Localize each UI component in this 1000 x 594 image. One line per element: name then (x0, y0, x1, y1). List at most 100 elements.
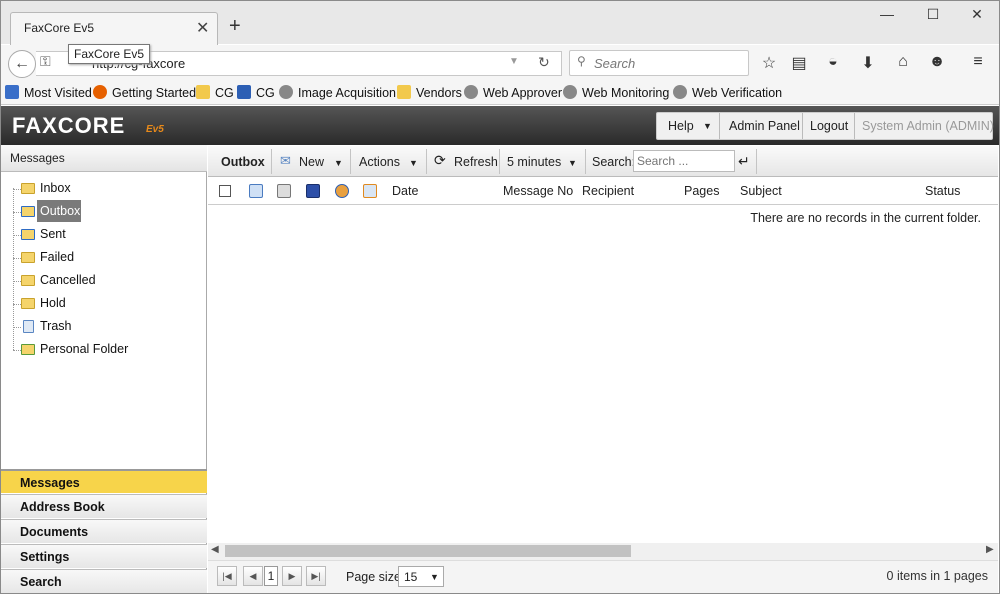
folder-cancelled[interactable]: Cancelled (40, 273, 96, 287)
nav-settings[interactable]: Settings (1, 544, 207, 568)
outbox-folder-icon (21, 206, 35, 217)
folder-sent[interactable]: Sent (40, 227, 66, 241)
logout-button[interactable]: Logout (810, 119, 848, 133)
refresh-icon[interactable]: ⟳ (434, 152, 446, 169)
divider (499, 149, 500, 174)
bookmark-cg-folder[interactable]: CG (196, 85, 234, 100)
column-subject[interactable]: Subject (740, 184, 782, 198)
scroll-right-icon[interactable]: ▶ (986, 544, 994, 555)
last-page-icon[interactable]: ▶| (306, 566, 326, 586)
globe-icon (279, 85, 293, 99)
tab-tooltip: FaxCore Ev5 (68, 44, 151, 64)
refresh-interval-select[interactable]: 5 minutes (507, 155, 561, 169)
download-icon[interactable]: ⬇ (858, 53, 878, 73)
bookmark-most-visited[interactable]: Most Visited (5, 85, 92, 100)
admin-panel-button[interactable]: Admin Panel (729, 119, 800, 133)
bookmark-web-monitoring[interactable]: Web Monitoring (563, 85, 669, 100)
column-message-no[interactable]: Message No (503, 184, 573, 198)
bookmark-web-verification[interactable]: Web Verification (673, 85, 782, 100)
tree-branch (13, 212, 21, 213)
select-all-checkbox[interactable] (219, 185, 231, 197)
close-tab-icon[interactable]: ✕ (196, 18, 209, 38)
smiley-icon[interactable]: ☻ (927, 53, 947, 71)
new-button[interactable]: New (299, 155, 324, 169)
previous-page-icon[interactable]: ◀ (243, 566, 263, 586)
bookmark-image-acquisition[interactable]: Image Acquisition (279, 85, 396, 100)
faxcore-logo: FAXCORE (12, 113, 126, 138)
folder-inbox[interactable]: Inbox (40, 181, 71, 195)
minimize-window-button[interactable]: — (864, 6, 910, 26)
messages-panel-title: Messages (10, 151, 65, 165)
page-number-input[interactable]: 1 (264, 566, 278, 586)
actions-dropdown-icon[interactable]: ▼ (409, 158, 418, 168)
page-size-value: 15 (404, 570, 418, 584)
pager-bar (208, 560, 998, 594)
divider (854, 113, 855, 139)
actions-button[interactable]: Actions (359, 155, 400, 169)
nav-messages[interactable]: Messages (1, 469, 207, 493)
help-dropdown-icon[interactable]: ▼ (703, 121, 712, 131)
page-size-select[interactable]: 15 ▼ (398, 566, 444, 587)
folder-icon (21, 298, 35, 309)
reload-icon[interactable]: ↻ (538, 54, 550, 71)
message-search-input[interactable] (634, 151, 734, 171)
scroll-left-icon[interactable]: ◀ (211, 544, 219, 555)
personal-folder-icon (21, 344, 35, 355)
bookmark-web-approver[interactable]: Web Approver (464, 85, 562, 100)
bookmark-getting-started[interactable]: Getting Started (93, 85, 196, 100)
bookmark-cg-app[interactable]: CG (237, 85, 275, 100)
logo-version: Ev5 (146, 124, 164, 135)
reading-list-icon[interactable]: ▤ (789, 53, 809, 73)
sent-folder-icon (21, 229, 35, 240)
first-page-icon[interactable]: |◀ (217, 566, 237, 586)
scrollbar-thumb[interactable] (225, 545, 631, 557)
help-button[interactable]: Help (668, 119, 694, 133)
bookmark-label: Vendors (416, 86, 462, 100)
pocket-icon[interactable]: ◒ (823, 53, 843, 71)
column-pages[interactable]: Pages (684, 184, 719, 198)
folder-failed[interactable]: Failed (40, 250, 74, 264)
search-label: Search: (592, 155, 636, 169)
grid-app-icon (237, 85, 251, 99)
column-status[interactable]: Status (925, 184, 960, 198)
folder-trash[interactable]: Trash (40, 319, 72, 333)
nav-address-book[interactable]: Address Book (1, 494, 207, 518)
tree-branch (13, 281, 21, 282)
divider (426, 149, 427, 174)
column-recipient[interactable]: Recipient (582, 184, 634, 198)
tree-branch (13, 327, 21, 328)
bookmark-star-icon[interactable]: ☆ (759, 53, 779, 73)
divider (719, 113, 720, 139)
new-tab-icon[interactable]: + (229, 15, 241, 38)
maximize-window-button[interactable]: ☐ (910, 6, 956, 26)
bookmark-vendors[interactable]: Vendors (397, 85, 462, 100)
save-icon (306, 184, 320, 198)
interval-dropdown-icon[interactable]: ▼ (568, 158, 577, 168)
home-icon[interactable]: ⌂ (893, 53, 913, 71)
folder-personal[interactable]: Personal Folder (40, 342, 128, 356)
globe-icon (464, 85, 478, 99)
key-icon[interactable]: ⚿ (40, 53, 51, 70)
refresh-button[interactable]: Refresh (454, 155, 498, 169)
new-dropdown-icon[interactable]: ▼ (334, 158, 343, 168)
nav-search[interactable]: Search (1, 569, 207, 594)
contact-icon (335, 184, 349, 198)
search-icon: ⚲ (577, 54, 586, 68)
tab-title: FaxCore Ev5 (24, 21, 95, 35)
search-submit-icon[interactable]: ↵ (738, 153, 750, 170)
url-dropdown-icon[interactable]: ▼ (509, 56, 519, 67)
next-page-icon[interactable]: ▶ (282, 566, 302, 586)
folder-icon (397, 85, 411, 99)
current-user-label: System Admin (ADMIN) (862, 119, 994, 133)
tree-branch (13, 350, 21, 351)
column-date[interactable]: Date (392, 184, 418, 198)
folder-hold[interactable]: Hold (40, 296, 66, 310)
divider (585, 149, 586, 174)
new-message-icon: ✉ (280, 153, 291, 168)
folder-outbox[interactable]: Outbox (40, 204, 80, 218)
nav-documents[interactable]: Documents (1, 519, 207, 543)
hamburger-menu-icon[interactable]: ≡ (968, 53, 988, 71)
globe-icon (673, 85, 687, 99)
close-window-button[interactable]: ✕ (954, 6, 1000, 26)
back-arrow-icon[interactable]: ← (8, 50, 36, 78)
